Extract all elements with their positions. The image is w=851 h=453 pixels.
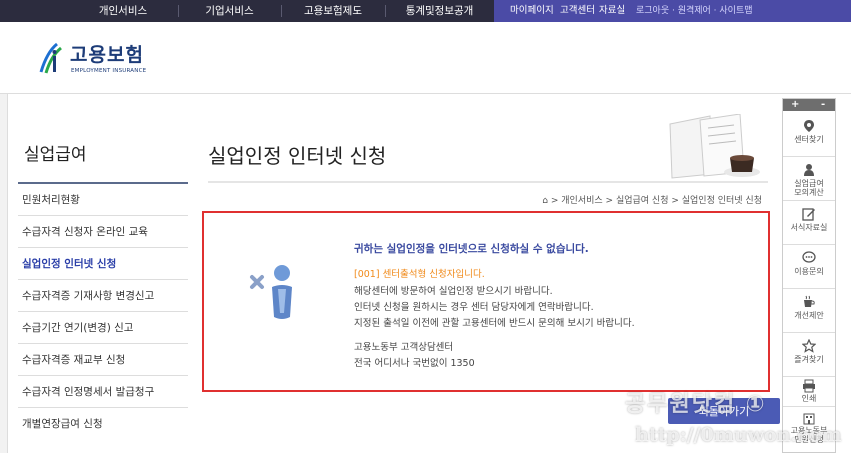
person-icon — [804, 164, 814, 176]
sidebar: 실업급여 민원처리현황 수급자격 신청자 온라인 교육 실업인정 인터넷 신청 … — [18, 94, 188, 453]
watermark-title: 공무원닷컴 ① — [625, 392, 767, 417]
quick-item-label: 서식자료실 — [790, 223, 828, 232]
quick-item-label: 실업급여 모의계산 — [794, 179, 824, 197]
home-icon[interactable]: ⌂ — [542, 196, 548, 206]
nav-business-service[interactable]: 기업서비스 — [178, 0, 281, 22]
booklet-illustration — [669, 114, 760, 179]
sidebar-item-period-extension[interactable]: 수급기간 연기(변경) 신고 — [18, 312, 188, 344]
title-divider — [208, 181, 768, 183]
building-icon — [803, 413, 815, 425]
contact-center-name: 고용노동부 고객상담센터 — [354, 342, 454, 353]
quick-item-label: 인쇄 — [801, 394, 817, 403]
user-denied-icon — [250, 265, 292, 319]
collapse-button[interactable]: - — [821, 99, 825, 111]
top-navigation: 개인서비스 기업서비스 고용보험제도 통계및정보공개 마이페이지 고객센터 자료… — [0, 0, 851, 22]
quick-item-label: 센터찾기 — [794, 135, 824, 144]
sidebar-item-reissue[interactable]: 수급자격증 재교부 신청 — [18, 344, 188, 376]
quick-item-suggestion[interactable]: 개선제안 — [783, 289, 835, 333]
notice-line: 인터넷 신청을 원하시는 경우 센터 담당자에게 연락바랍니다. — [354, 302, 594, 313]
sidebar-item-statement-request[interactable]: 수급자격 인정명세서 발급청구 — [18, 376, 188, 408]
contact-phone: 전국 어디서나 국번없이 1350 — [354, 358, 475, 369]
nav-personal-service[interactable]: 개인서비스 — [68, 0, 178, 22]
chat-icon — [802, 251, 816, 263]
breadcrumb-path[interactable]: > 개인서비스 > 실업급여 신청 > 실업인정 인터넷 신청 — [551, 196, 762, 206]
quick-menu-header: + - — [783, 99, 835, 111]
star-icon — [802, 339, 816, 353]
sidebar-item-change-report[interactable]: 수급자격증 기재사항 변경신고 — [18, 280, 188, 312]
quick-item-inquiry[interactable]: 이용문의 — [783, 245, 835, 289]
sidebar-item-unemployment-certification[interactable]: 실업인정 인터넷 신청 — [18, 248, 188, 280]
sidebar-item-extended-benefit[interactable]: 개별연장급여 신청 — [18, 408, 188, 440]
notice-code: [001] 센터출석형 신청자입니다. — [354, 269, 485, 280]
quick-item-forms[interactable]: 서식자료실 — [783, 201, 835, 245]
nav-util-links[interactable]: 로그아웃 · 원격제어 · 사이트맵 — [636, 0, 753, 22]
notice-heading: 귀하는 실업인정을 인터넷으로 신청하실 수 없습니다. — [354, 243, 589, 255]
quick-menu: + - 센터찾기 실업급여 모의계산 서식자료실 이용문의 개선제안 즐겨찾기 … — [782, 98, 836, 453]
nav-insurance-system[interactable]: 고용보험제도 — [281, 0, 385, 22]
page-title: 실업인정 인터넷 신청 — [208, 144, 387, 168]
nav-utility-bar: 마이페이지 고객센터 자료실 로그아웃 · 원격제어 · 사이트맵 — [494, 0, 851, 22]
nav-statistics[interactable]: 통계및정보공개 — [385, 0, 494, 22]
site-header: 고용보험 EMPLOYMENT INSURANCE — [0, 22, 851, 94]
nav-mypage[interactable]: 마이페이지 — [510, 0, 554, 22]
sidebar-item-online-education[interactable]: 수급자격 신청자 온라인 교육 — [18, 216, 188, 248]
logo-icon[interactable] — [37, 42, 65, 76]
quick-item-label: 개선제안 — [794, 311, 824, 320]
notice-box: 귀하는 실업인정을 인터넷으로 신청하실 수 없습니다. [001] 센터출석형… — [202, 211, 770, 392]
logo-subtitle: EMPLOYMENT INSURANCE — [71, 68, 147, 74]
logo-text[interactable]: 고용보험 — [70, 40, 144, 67]
sidebar-title: 실업급여 — [24, 145, 87, 165]
notice-line: 지정된 출석일 이전에 관할 고용센터에 반드시 문의해 보시기 바랍니다. — [354, 318, 635, 329]
sidebar-item-complaint-status[interactable]: 민원처리현황 — [18, 184, 188, 216]
quick-item-label: 이용문의 — [794, 267, 824, 276]
quick-item-benefit-calc[interactable]: 실업급여 모의계산 — [783, 157, 835, 201]
notice-line: 해당센터에 방문하여 실업인정 받으시기 바랍니다. — [354, 286, 553, 297]
edit-icon — [802, 208, 815, 221]
breadcrumb: ⌂ > 개인서비스 > 실업급여 신청 > 실업인정 인터넷 신청 — [540, 193, 762, 206]
print-icon — [803, 379, 815, 393]
quick-item-label: 즐겨찾기 — [794, 355, 824, 364]
nav-customer-center[interactable]: 고객센터 — [560, 0, 595, 22]
watermark-url: http://0muwon.com — [635, 424, 842, 446]
map-pin-icon — [804, 120, 814, 132]
quick-item-print[interactable]: 인쇄 — [783, 377, 835, 407]
expand-button[interactable]: + — [791, 99, 799, 111]
cup-icon — [804, 295, 815, 307]
nav-library[interactable]: 자료실 — [599, 0, 625, 22]
quick-item-favorites[interactable]: 즐겨찾기 — [783, 333, 835, 377]
quick-item-center-search[interactable]: 센터찾기 — [783, 113, 835, 157]
